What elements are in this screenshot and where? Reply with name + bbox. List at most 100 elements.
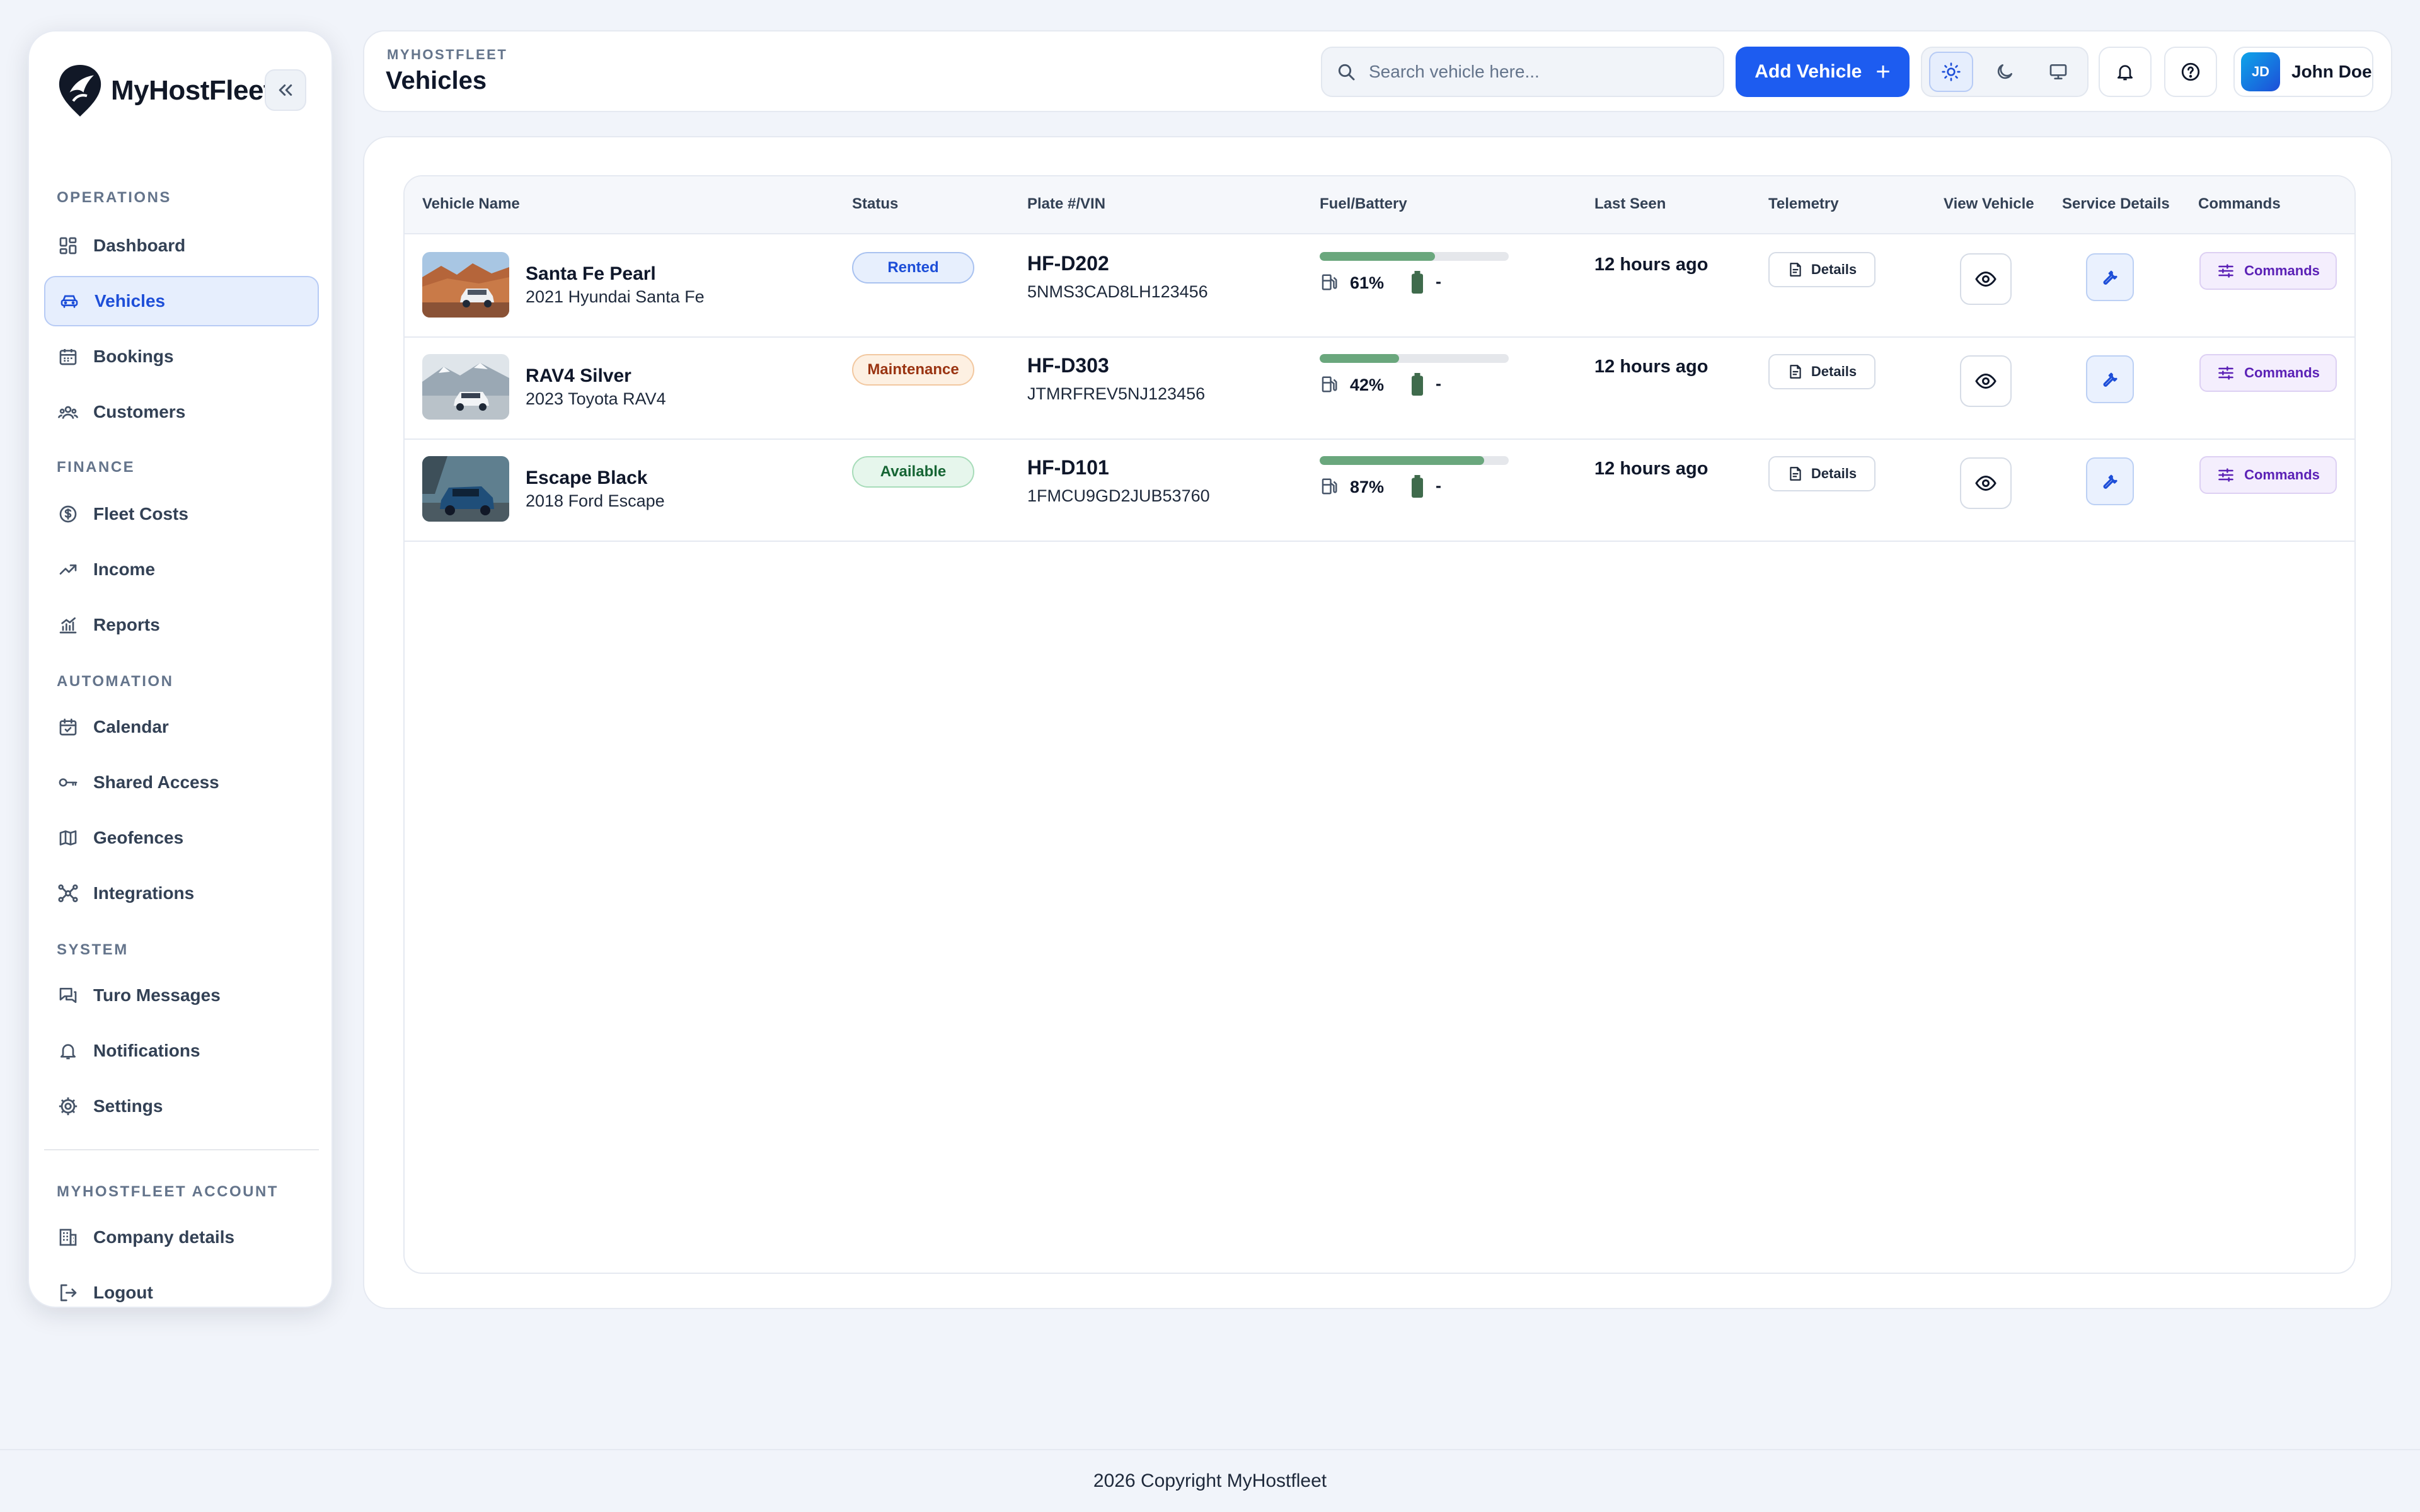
commands-label: Commands xyxy=(2244,365,2320,381)
last-seen: 12 hours ago xyxy=(1594,255,1708,275)
sidebar-item-notifications[interactable]: Notifications xyxy=(44,1026,319,1076)
search-box[interactable] xyxy=(1321,47,1724,97)
telemetry-details-button[interactable]: Details xyxy=(1768,456,1876,491)
messages-icon xyxy=(57,984,79,1007)
monitor-icon xyxy=(2049,64,2066,79)
table-header: Vehicle Name Status Plate #/VIN Fuel/Bat… xyxy=(405,176,2354,234)
fuel-bar-fill xyxy=(1320,252,1435,261)
logo-text: MyHostFleet xyxy=(111,75,273,106)
add-vehicle-button[interactable]: Add Vehicle + xyxy=(1736,47,1910,97)
dollar-icon xyxy=(57,503,79,525)
service-details-button[interactable] xyxy=(2086,355,2134,403)
help-button[interactable] xyxy=(2164,47,2217,97)
sidebar-item-calendar[interactable]: Calendar xyxy=(44,702,319,752)
document-icon xyxy=(1790,467,1801,481)
notifications-button[interactable] xyxy=(2099,47,2152,97)
vehicle-model: 2018 Ford Escape xyxy=(526,491,665,510)
collapse-sidebar-button[interactable] xyxy=(265,69,306,111)
sidebar-item-fleet-costs[interactable]: Fleet Costs xyxy=(44,489,319,539)
fuel-bar xyxy=(1320,354,1509,363)
users-icon xyxy=(57,401,79,423)
sidebar-item-label: Logout xyxy=(93,1283,153,1302)
column-header: Vehicle Name xyxy=(422,195,520,212)
battery-icon xyxy=(1412,271,1423,294)
service-details-button[interactable] xyxy=(2086,457,2134,505)
sidebar-item-geofences[interactable]: Geofences xyxy=(44,813,319,863)
details-label: Details xyxy=(1811,261,1857,277)
fuel-percentage: 87% xyxy=(1350,478,1385,496)
fuel-icon xyxy=(1322,478,1337,495)
sidebar-item-vehicles[interactable]: Vehicles xyxy=(44,276,319,326)
sidebar-item-label: Customers xyxy=(93,402,186,421)
section-label-operations: OPERATIONS xyxy=(57,189,171,206)
sidebar-item-income[interactable]: Income xyxy=(44,544,319,595)
search-input[interactable] xyxy=(1368,61,1698,83)
help-circle-icon xyxy=(2181,62,2200,81)
table-row[interactable]: Santa Fe Pearl 2021 Hyundai Santa Fe Ren… xyxy=(405,234,2354,338)
user-menu-button[interactable]: JD John Doe xyxy=(2233,47,2373,97)
search-icon xyxy=(1338,64,1355,81)
vehicle-thumbnail[interactable] xyxy=(422,456,509,522)
light-theme-button[interactable] xyxy=(1929,52,1974,92)
table-row[interactable]: Escape Black 2018 Ford Escape Available … xyxy=(405,438,2354,542)
vehicle-model: 2021 Hyundai Santa Fe xyxy=(526,287,705,306)
vehicle-thumbnail[interactable] xyxy=(422,252,509,318)
sidebar-item-logout[interactable]: Logout xyxy=(44,1268,319,1318)
sidebar-item-turo-messages[interactable]: Turo Messages xyxy=(44,970,319,1021)
view-vehicle-button[interactable] xyxy=(1960,253,2012,305)
vin-number: 1FMCU9GD2JUB53760 xyxy=(1027,486,1210,505)
fuel-bar-fill xyxy=(1320,456,1484,465)
table-row[interactable]: RAV4 Silver 2023 Toyota RAV4 Maintenance… xyxy=(405,336,2354,440)
logout-icon xyxy=(57,1281,79,1304)
last-seen: 12 hours ago xyxy=(1594,459,1708,479)
eye-icon xyxy=(1975,373,1997,389)
plate-number: HF-D202 xyxy=(1027,252,1109,275)
footer: 2026 Copyright MyHostfleet xyxy=(0,1449,2420,1512)
fuel-bar xyxy=(1320,456,1509,465)
sidebar-item-dashboard[interactable]: Dashboard xyxy=(44,220,319,271)
bell-icon xyxy=(57,1040,79,1062)
fuel-bar xyxy=(1320,252,1509,261)
vehicle-name[interactable]: Escape Black xyxy=(526,467,647,489)
service-details-button[interactable] xyxy=(2086,253,2134,301)
telemetry-details-button[interactable]: Details xyxy=(1768,252,1876,287)
status-badge: Rented xyxy=(852,252,974,284)
vehicle-name[interactable]: Santa Fe Pearl xyxy=(526,263,656,285)
eye-icon xyxy=(1975,271,1997,287)
theme-switcher xyxy=(1921,47,2089,97)
commands-label: Commands xyxy=(2244,467,2320,483)
sidebar-item-label: Reports xyxy=(93,615,160,634)
sliders-icon xyxy=(2218,264,2233,278)
sidebar-item-company-details[interactable]: Company details xyxy=(44,1212,319,1263)
commands-button[interactable]: Commands xyxy=(2199,354,2337,392)
dark-theme-button[interactable] xyxy=(1983,52,2027,92)
key-icon xyxy=(57,771,79,794)
battery-value: - xyxy=(1436,476,1441,495)
commands-button[interactable]: Commands xyxy=(2199,456,2337,494)
column-header: Status xyxy=(852,195,899,212)
sidebar-item-label: Geofences xyxy=(93,828,184,847)
breadcrumb[interactable]: MYHOSTFLEET xyxy=(387,47,507,63)
sidebar-item-integrations[interactable]: Integrations xyxy=(44,868,319,919)
dashboard-icon xyxy=(57,234,79,257)
plate-number: HF-D303 xyxy=(1027,354,1109,377)
sidebar-item-shared-access[interactable]: Shared Access xyxy=(44,757,319,808)
system-theme-button[interactable] xyxy=(2036,52,2080,92)
telemetry-details-button[interactable]: Details xyxy=(1768,354,1876,389)
battery-value: - xyxy=(1436,374,1441,393)
sidebar-item-reports[interactable]: Reports xyxy=(44,600,319,650)
vehicle-name[interactable]: RAV4 Silver xyxy=(526,365,631,387)
sidebar-item-bookings[interactable]: Bookings xyxy=(44,331,319,382)
sidebar-item-settings[interactable]: Settings xyxy=(44,1081,319,1131)
section-label-system: SYSTEM xyxy=(57,941,129,958)
view-vehicle-button[interactable] xyxy=(1960,457,2012,509)
vehicle-thumbnail[interactable] xyxy=(422,354,509,420)
logo[interactable]: MyHostFleet xyxy=(54,63,273,118)
map-icon xyxy=(57,827,79,849)
car-icon xyxy=(58,290,81,312)
sliders-icon xyxy=(2218,468,2233,482)
column-header: Service Details xyxy=(2062,195,2170,212)
commands-button[interactable]: Commands xyxy=(2199,252,2337,290)
view-vehicle-button[interactable] xyxy=(1960,355,2012,407)
sidebar-item-customers[interactable]: Customers xyxy=(44,387,319,437)
